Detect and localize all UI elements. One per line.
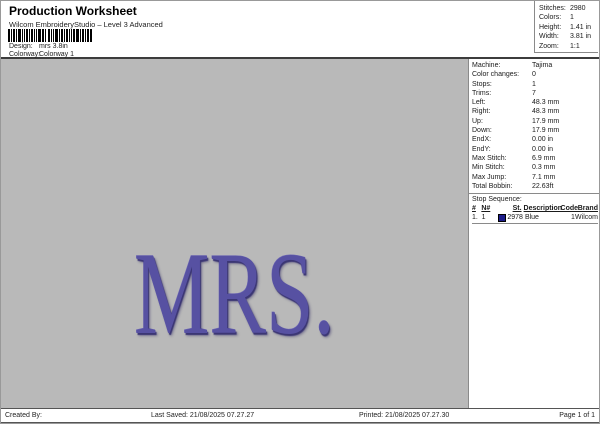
- info-total-bobbin: Total Bobbin: 22.63ft: [472, 182, 554, 190]
- info-endy: EndY: 0.00 in: [472, 145, 554, 153]
- info-machine: Machine: Tajima: [472, 62, 553, 69]
- info-min-stitch: Min Stitch: 0.3 mm: [472, 164, 556, 172]
- design-text: MRS.: [134, 228, 335, 359]
- info-max-stitch: Max Stitch: 6.9 mm: [472, 154, 556, 162]
- info-max-jump: Max Jump: 7.1 mm: [472, 173, 556, 181]
- col-num: #: [472, 205, 476, 213]
- page-title: Production Worksheet: [9, 4, 137, 18]
- stop-sequence-section: Stop Sequence: # N# St. Description Code…: [469, 193, 599, 225]
- worksheet-header: Production Worksheet Wilcom EmbroiderySt…: [1, 1, 599, 59]
- printed-text: Printed: 21/08/2025 07.27.30: [359, 412, 450, 419]
- col-brand: Brand: [577, 205, 598, 213]
- thread-swatch: [498, 213, 507, 222]
- info-stops: Stops: 1: [472, 80, 536, 88]
- stat-width: Width: 3.81 in: [539, 33, 592, 41]
- worksheet-footer: Created By: Last Saved: 21/08/2025 07.27…: [1, 408, 599, 423]
- machine-info-panel: Machine: Tajima Color changes: 0 Stops: 1 T…: [468, 59, 599, 408]
- stop-sequence-title: Stop Sequence:: [472, 196, 522, 204]
- last-saved-text: Last Saved: 21/08/2025 07.27.27: [151, 412, 255, 419]
- colorway-row: Colorway:Colorway 1: [9, 51, 74, 58]
- row-brand: Wilcom: [575, 214, 598, 222]
- barcode: [8, 29, 92, 42]
- stat-colors: Colors: 1: [539, 14, 574, 22]
- info-down: Down: 17.9 mm: [472, 127, 560, 135]
- row-needle: 1: [481, 214, 486, 222]
- stat-height: Height: 1.41 in: [539, 23, 592, 31]
- col-code: Code: [560, 205, 579, 213]
- stop-sequence-row: 1. 1 2978 Blue 1 Wilcom: [472, 213, 598, 222]
- col-stitches: St.: [512, 205, 522, 213]
- info-right: Right: 48.3 mm: [472, 108, 560, 116]
- software-subtitle: Wilcom EmbroideryStudio – Level 3 Advanc…: [9, 20, 163, 29]
- info-up: Up: 17.9 mm: [472, 117, 560, 125]
- stat-stitches: Stitches: 2980: [539, 5, 586, 12]
- row-description: Blue: [524, 214, 539, 222]
- machine-info-list: Machine: Tajima Color changes: 0 Stops: 1 T…: [469, 59, 599, 193]
- row-num: 1.: [472, 214, 478, 222]
- colorway-label: Colorway:: [9, 51, 41, 58]
- design-canvas: MRS.: [1, 59, 468, 408]
- stop-sequence-table: # N# St. Description Code Brand 1. 1 297…: [472, 204, 598, 225]
- info-endx: EndX: 0.00 in: [472, 136, 554, 144]
- page-number: Page 1 of 1: [559, 412, 595, 419]
- col-needle: N#: [481, 205, 491, 213]
- design-name-row: Design: mrs 3.8in: [9, 43, 68, 50]
- stop-sequence-header-row: # N# St. Description Code Brand: [472, 204, 598, 213]
- design-value: mrs 3.8in: [39, 43, 68, 50]
- production-worksheet-page: Production Worksheet Wilcom EmbroiderySt…: [0, 0, 600, 424]
- info-color-changes: Color changes: 0: [472, 71, 536, 79]
- row-code: 1: [571, 214, 575, 222]
- info-trims: Trims: 7: [472, 89, 536, 97]
- row-stitches: 2978: [507, 214, 523, 222]
- design-label: Design:: [9, 43, 33, 50]
- col-description: Description: [523, 205, 563, 213]
- info-left: Left: 48.3 mm: [472, 99, 560, 107]
- created-by-label: Created By:: [5, 412, 42, 419]
- colorway-value: Colorway 1: [39, 51, 75, 58]
- stat-zoom: Zoom: 1:1: [539, 42, 580, 50]
- design-stats-box: Stitches: 2980 Colors: 1 Height: 1.41 in Wi…: [534, 1, 598, 53]
